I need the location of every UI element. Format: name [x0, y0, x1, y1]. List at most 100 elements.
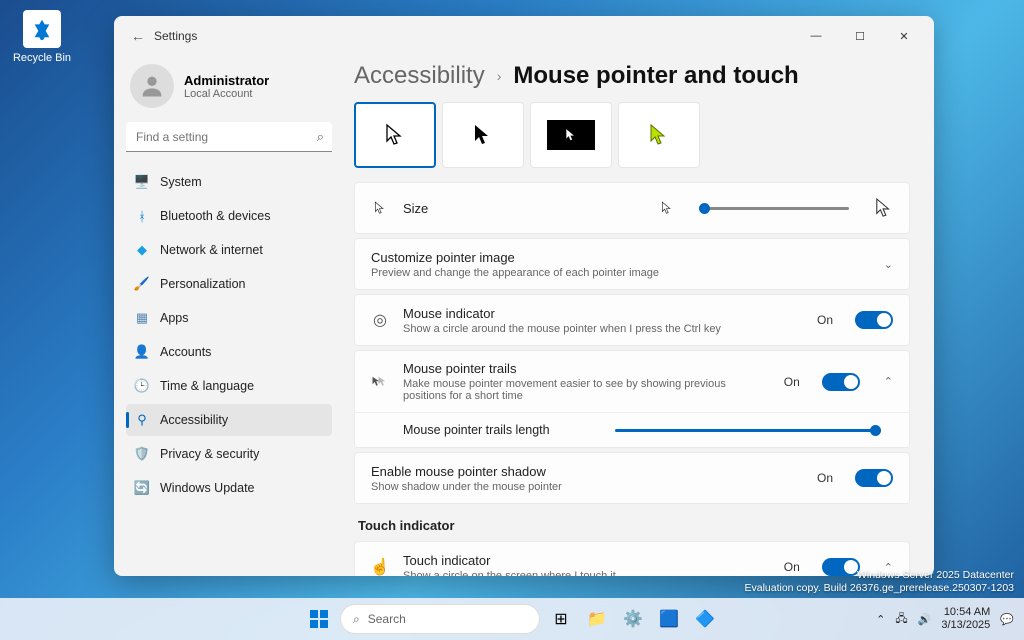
nav-icon: ᚼ	[134, 208, 150, 224]
mouse-indicator-sub: Show a circle around the mouse pointer w…	[403, 323, 803, 335]
customize-card[interactable]: Customize pointer image Preview and chan…	[354, 238, 910, 290]
task-view-button[interactable]: ⊞	[546, 604, 576, 634]
customize-title: Customize pointer image	[371, 250, 860, 265]
chevron-up-icon[interactable]: ⌃	[884, 375, 893, 388]
window-title: Settings	[154, 29, 197, 43]
cursor-large-icon	[875, 197, 893, 219]
nav-icon: 🖥️	[134, 174, 150, 190]
nav-icon: 👤	[134, 344, 150, 360]
settings-taskbar-button[interactable]: ⚙️	[618, 604, 648, 634]
size-card: Size	[354, 182, 910, 234]
tray-chevron-icon[interactable]: ⌃	[876, 613, 885, 626]
start-button[interactable]	[304, 604, 334, 634]
search-icon: ⌕	[353, 612, 360, 627]
desktop-recycle-bin[interactable]: Recycle Bin	[12, 10, 72, 64]
trails-length-slider[interactable]	[615, 429, 881, 432]
sidebar-item-personalization[interactable]: 🖌️ Personalization	[126, 268, 332, 300]
touch-sub: Show a circle on the screen where I touc…	[403, 570, 770, 577]
tray-network-icon[interactable]: 🖧	[895, 610, 907, 629]
search-container: ⌕	[126, 122, 332, 152]
app1-button[interactable]: 🟦	[654, 604, 684, 634]
close-button[interactable]: ✕	[882, 21, 926, 51]
app2-button[interactable]: 🔷	[690, 604, 720, 634]
back-button[interactable]: ←	[122, 28, 154, 44]
nav-label: Bluetooth & devices	[160, 209, 271, 223]
taskbar: ⌕ Search ⊞ 📁 ⚙️ 🟦 🔷 ⌃ 🖧 🔊 10:54 AM 3/13/…	[0, 598, 1024, 640]
mouse-indicator-state: On	[817, 313, 833, 327]
pointer-style-inverted[interactable]	[530, 102, 612, 168]
customize-sub: Preview and change the appearance of eac…	[371, 267, 860, 279]
nav-list: 🖥️ System ᚼ Bluetooth & devices ◆ Network & i…	[126, 166, 332, 504]
nav-label: Privacy & security	[160, 447, 259, 461]
sidebar-item-network-internet[interactable]: ◆ Network & internet	[126, 234, 332, 266]
shadow-toggle[interactable]	[855, 469, 893, 487]
sidebar-item-accessibility[interactable]: ⚲Accessibility	[126, 404, 332, 436]
nav-icon: 🛡️	[134, 446, 150, 462]
sidebar-item-time-language[interactable]: 🕒 Time & language	[126, 370, 332, 402]
trails-length-row: Mouse pointer trails length	[355, 412, 909, 447]
mouse-indicator-toggle[interactable]	[855, 311, 893, 329]
recycle-bin-label: Recycle Bin	[12, 52, 72, 64]
nav-icon: 🖌️	[134, 276, 150, 292]
nav-label: Windows Update	[160, 481, 255, 495]
breadcrumb: Accessibility › Mouse pointer and touch	[354, 62, 910, 90]
tray-volume-icon[interactable]: 🔊	[918, 613, 932, 626]
settings-window: ← Settings — ☐ ✕ Administrator Local Acc…	[114, 16, 934, 576]
avatar	[130, 64, 174, 108]
account-name: Administrator	[184, 73, 269, 88]
sidebar-item-accounts[interactable]: 👤Accounts	[126, 336, 332, 368]
pointer-style-grid	[354, 102, 910, 168]
nav-icon: ▦	[134, 310, 150, 326]
content-area: Accessibility › Mouse pointer and touch	[344, 56, 934, 576]
nav-icon: ⚲	[134, 412, 150, 428]
mouse-indicator-title: Mouse indicator	[403, 306, 803, 321]
nav-label: Time & language	[160, 379, 254, 393]
breadcrumb-parent[interactable]: Accessibility	[354, 62, 485, 90]
sidebar-item-apps[interactable]: ▦ Apps	[126, 302, 332, 334]
touch-icon: ☝	[371, 557, 389, 576]
nav-label: Network & internet	[160, 243, 263, 257]
pointer-style-white[interactable]	[354, 102, 436, 168]
shadow-sub: Show shadow under the mouse pointer	[371, 481, 803, 493]
sidebar-item-windows-update[interactable]: 🔄 Windows Update	[126, 472, 332, 504]
pointer-style-black[interactable]	[442, 102, 524, 168]
trails-sub: Make mouse pointer movement easier to se…	[403, 378, 770, 402]
system-tray[interactable]: ⌃ 🖧 🔊 10:54 AM 3/13/2025 💬	[876, 606, 1014, 632]
trails-toggle[interactable]	[822, 373, 860, 391]
touch-title: Touch indicator	[403, 553, 770, 568]
trails-card: Mouse pointer trails Make mouse pointer …	[354, 350, 910, 448]
cursor-icon	[371, 201, 389, 215]
nav-label: System	[160, 175, 202, 189]
sidebar-item-bluetooth-devices[interactable]: ᚼ Bluetooth & devices	[126, 200, 332, 232]
account-block[interactable]: Administrator Local Account	[126, 56, 332, 122]
search-icon: ⌕	[317, 129, 324, 145]
recycle-bin-icon	[23, 10, 61, 48]
mouse-indicator-card: ◎ Mouse indicator Show a circle around t…	[354, 294, 910, 346]
breadcrumb-current: Mouse pointer and touch	[513, 62, 798, 90]
size-slider[interactable]	[699, 207, 849, 210]
sidebar-item-system[interactable]: 🖥️ System	[126, 166, 332, 198]
pointer-style-custom[interactable]	[618, 102, 700, 168]
search-input[interactable]	[126, 122, 332, 152]
shadow-state: On	[817, 471, 833, 485]
taskbar-search[interactable]: ⌕ Search	[340, 604, 540, 634]
nav-icon: ◆	[134, 242, 150, 258]
chevron-right-icon: ›	[497, 68, 502, 84]
sidebar: Administrator Local Account ⌕ 🖥️ System ᚼB…	[114, 56, 344, 576]
sidebar-item-privacy-security[interactable]: 🛡️ Privacy & security	[126, 438, 332, 470]
nav-label: Personalization	[160, 277, 245, 291]
tray-notifications-icon[interactable]: 💬	[1000, 613, 1014, 626]
nav-icon: 🕒	[134, 378, 150, 394]
trails-state: On	[784, 375, 800, 389]
tray-clock[interactable]: 10:54 AM 3/13/2025	[941, 606, 990, 632]
trails-length-label: Mouse pointer trails length	[403, 423, 603, 437]
explorer-button[interactable]: 📁	[582, 604, 612, 634]
nav-label: Apps	[160, 311, 189, 325]
chevron-down-icon: ⌄	[884, 258, 893, 271]
titlebar: ← Settings — ☐ ✕	[114, 16, 934, 56]
nav-icon: 🔄	[134, 480, 150, 496]
account-sub: Local Account	[184, 88, 269, 100]
touch-section-head: Touch indicator	[358, 518, 910, 533]
maximize-button[interactable]: ☐	[838, 21, 882, 51]
minimize-button[interactable]: —	[794, 21, 838, 51]
